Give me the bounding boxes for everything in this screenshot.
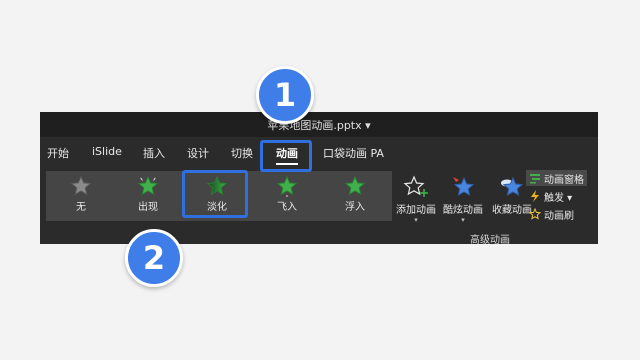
trigger-button[interactable]: 触发 ▾ bbox=[529, 188, 572, 204]
step-badge-2: 2 bbox=[125, 229, 183, 287]
ribbon-tabs: 开始 iSlide 插入 设计 切换 动画 口袋动画 PA bbox=[40, 137, 598, 169]
chevron-down-icon: ▾ bbox=[414, 216, 418, 224]
cool-animation-label: 酷炫动画 bbox=[443, 205, 483, 216]
tab-islide[interactable]: iSlide bbox=[92, 145, 122, 158]
favorite-star-icon bbox=[501, 176, 524, 196]
advanced-animation-group-label: 高级动画 bbox=[470, 235, 510, 246]
trigger-label: 触发 ▾ bbox=[544, 192, 573, 204]
tab-home[interactable]: 开始 bbox=[47, 145, 69, 161]
animation-fly-in[interactable]: 飞入 bbox=[254, 171, 320, 221]
animation-pane-icon bbox=[530, 174, 540, 184]
add-animation-button[interactable]: 添加动画 ▾ bbox=[394, 175, 438, 224]
document-title[interactable]: 苹果地图动画.pptx ▾ bbox=[40, 117, 598, 133]
animation-pane-button[interactable]: 动画窗格 bbox=[526, 170, 587, 186]
chevron-down-icon: ▾ bbox=[461, 216, 465, 224]
ribbon-content: 无 出现 淡化 飞入 浮入 添加动画 ▾ 酷炫动画 ▾ 收藏动画 动画窗格 触发… bbox=[40, 169, 598, 246]
animation-float-in[interactable]: 浮入 bbox=[322, 171, 388, 221]
cool-animation-button[interactable]: 酷炫动画 ▾ bbox=[440, 175, 486, 224]
animation-pane-label: 动画窗格 bbox=[544, 174, 584, 186]
animation-float-in-label: 浮入 bbox=[345, 202, 365, 213]
tab-design[interactable]: 设计 bbox=[187, 145, 209, 161]
animation-appear[interactable]: 出现 bbox=[115, 171, 181, 221]
animation-appear-label: 出现 bbox=[138, 202, 158, 213]
star-float-in-icon bbox=[344, 175, 366, 196]
star-none-icon bbox=[70, 175, 92, 196]
cool-star-icon bbox=[453, 176, 475, 196]
step-badge-1: 1 bbox=[256, 66, 314, 124]
tab-transitions[interactable]: 切换 bbox=[231, 145, 253, 161]
animation-none-label: 无 bbox=[76, 202, 86, 213]
animation-none[interactable]: 无 bbox=[48, 171, 114, 221]
star-fly-in-icon bbox=[276, 175, 298, 197]
animation-fly-in-label: 飞入 bbox=[277, 202, 297, 213]
tab-insert[interactable]: 插入 bbox=[143, 145, 165, 161]
animation-painter-label: 动画刷 bbox=[544, 210, 574, 222]
tab-pocket-animation[interactable]: 口袋动画 PA bbox=[323, 145, 384, 161]
fade-highlight-box bbox=[182, 170, 248, 218]
add-star-icon bbox=[403, 175, 428, 197]
animation-painter-icon bbox=[529, 208, 541, 220]
tab-highlight-box bbox=[260, 140, 312, 172]
powerpoint-window: 苹果地图动画.pptx ▾ 开始 iSlide 插入 设计 切换 动画 口袋动画… bbox=[40, 112, 598, 246]
star-appear-icon bbox=[137, 175, 159, 196]
lightning-icon bbox=[531, 190, 539, 202]
title-bar: 苹果地图动画.pptx ▾ bbox=[40, 112, 598, 137]
add-animation-label: 添加动画 bbox=[396, 205, 436, 216]
animation-painter-button[interactable]: 动画刷 bbox=[529, 206, 574, 222]
